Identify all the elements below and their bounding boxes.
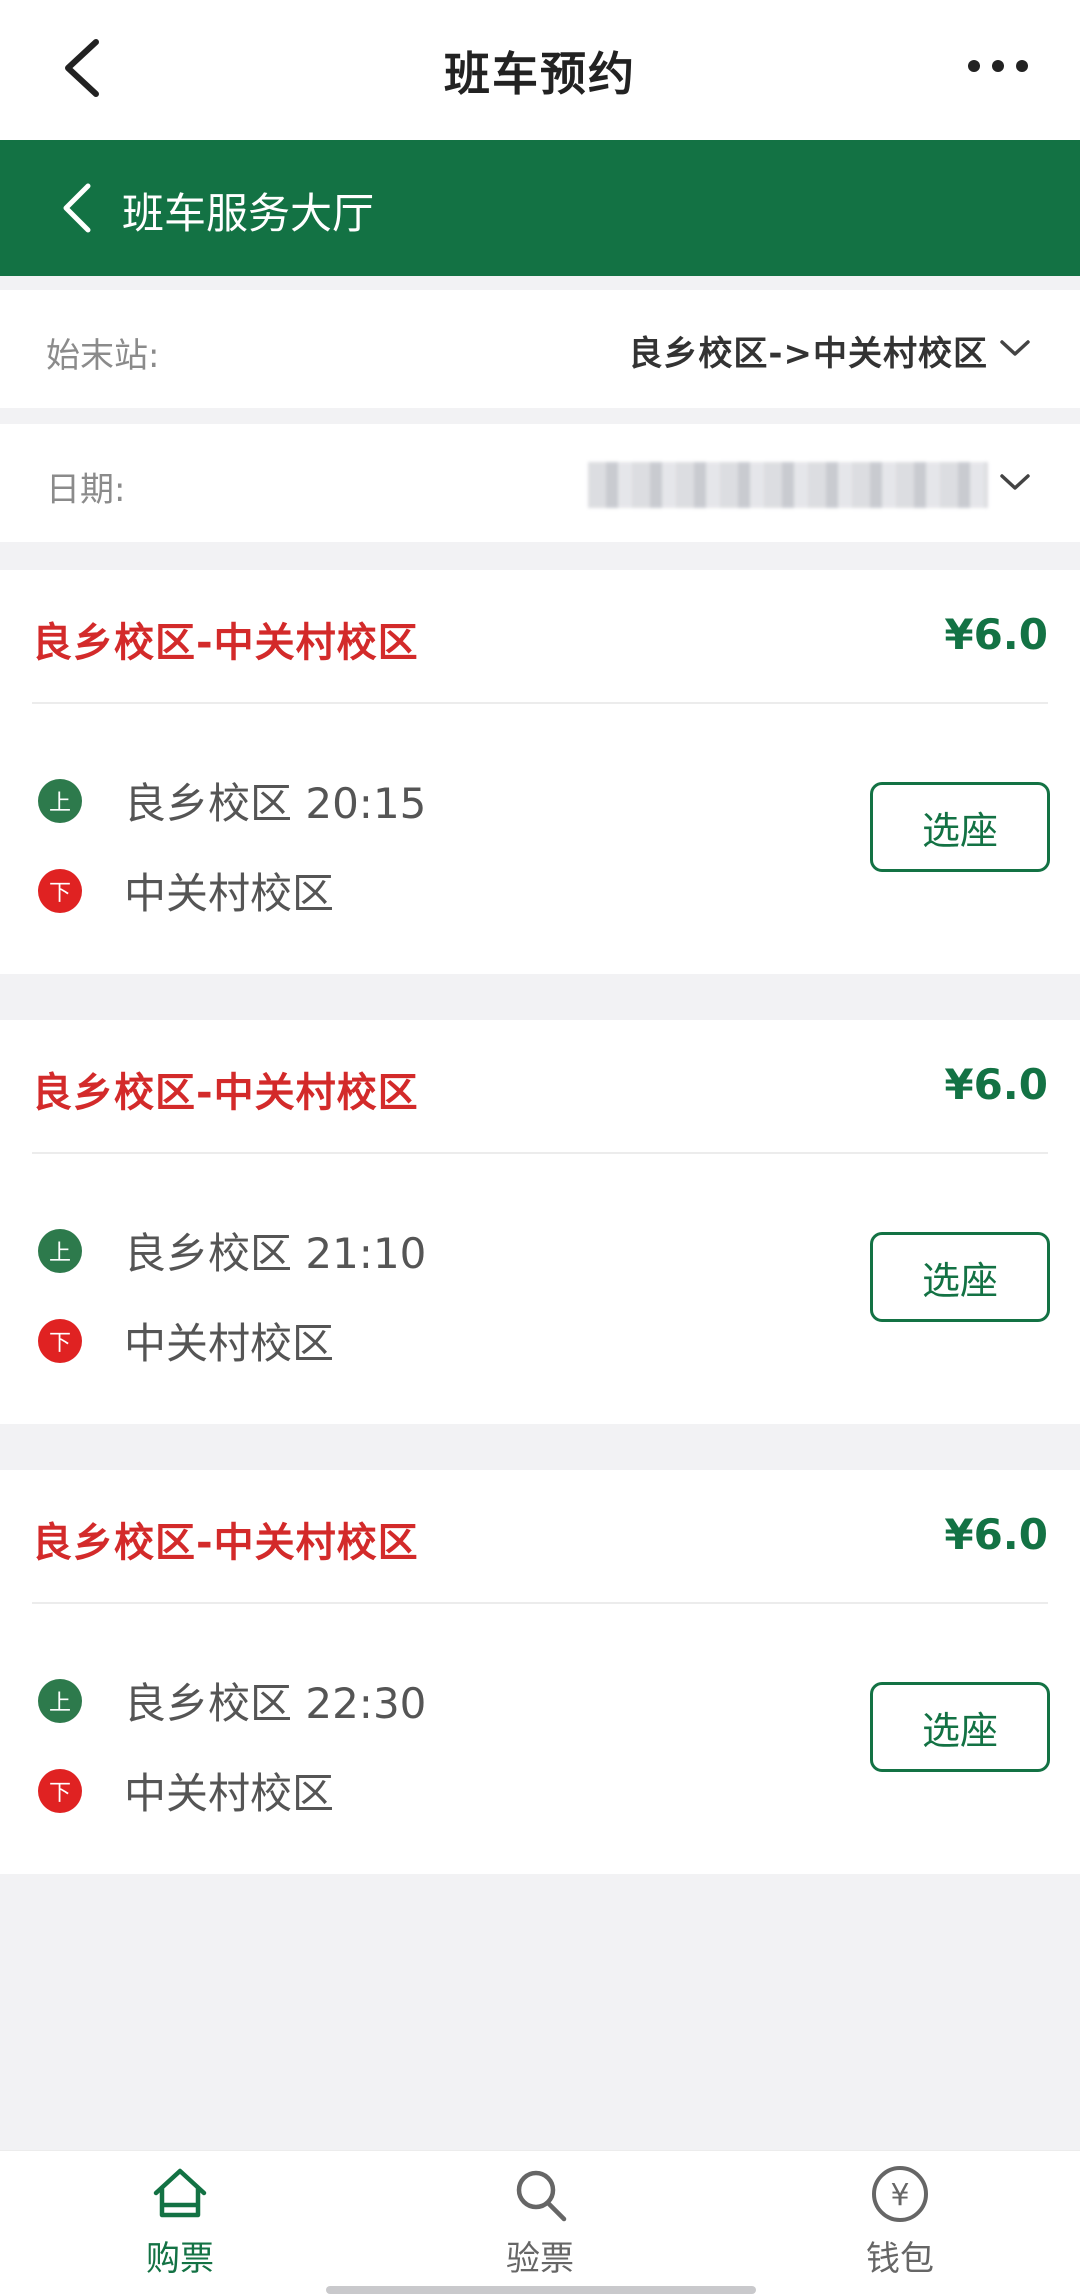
tab-check-ticket[interactable]: 验票 bbox=[450, 2165, 630, 2280]
alighting-badge: 下 bbox=[38, 868, 82, 913]
alighting-stop-text: 中关村校区 bbox=[124, 1769, 335, 1818]
date-filter-value-redacted[interactable] bbox=[588, 462, 988, 508]
boarding-stop: 上 良乡校区 21:10 bbox=[38, 1220, 426, 1281]
page-title: 班车预约 bbox=[444, 47, 636, 101]
station-filter-label: 始末站: bbox=[46, 336, 160, 376]
tab-wallet[interactable]: ¥ 钱包 bbox=[810, 2165, 990, 2280]
alighting-stop-text: 中关村校区 bbox=[124, 1319, 335, 1368]
boarding-badge: 上 bbox=[38, 1678, 82, 1723]
trip-route: 良乡校区-中关村校区 bbox=[32, 1520, 419, 1566]
boarding-badge: 上 bbox=[38, 1228, 82, 1273]
search-icon bbox=[516, 2170, 567, 2222]
select-seat-button[interactable]: 选座 bbox=[870, 1682, 1050, 1772]
alighting-stop-text: 中关村校区 bbox=[124, 869, 335, 918]
boarding-stop: 上 良乡校区 22:30 bbox=[38, 1670, 426, 1731]
boarding-stop: 上 良乡校区 20:15 bbox=[38, 770, 426, 831]
boarding-stop-text: 良乡校区 20:15 bbox=[124, 779, 427, 828]
app-screen: 班车预约 班车服务大厅 始末站: 良乡校区->中关村校区 日期: 良乡校区-中关… bbox=[0, 0, 1080, 2295]
select-seat-button[interactable]: 选座 bbox=[870, 1232, 1050, 1322]
boarding-stop-text: 良乡校区 22:30 bbox=[124, 1679, 427, 1728]
trip-card: 良乡校区-中关村校区 ¥6.0 上 良乡校区 20:15 下 中关村校区 选座 bbox=[0, 570, 1080, 974]
svg-text:¥: ¥ bbox=[890, 2178, 909, 2213]
station-filter-value[interactable]: 良乡校区->中关村校区 bbox=[628, 326, 988, 375]
alighting-stop: 下 中关村校区 bbox=[38, 1760, 334, 1821]
tab-buy-ticket[interactable]: 购票 bbox=[90, 2165, 270, 2280]
tab-check-ticket-label: 验票 bbox=[506, 2239, 574, 2279]
tab-buy-ticket-label: 购票 bbox=[146, 2239, 214, 2279]
trip-route: 良乡校区-中关村校区 bbox=[32, 620, 419, 666]
chevron-down-icon[interactable] bbox=[998, 334, 1032, 362]
card-divider bbox=[32, 1602, 1048, 1604]
trip-price: ¥6.0 bbox=[944, 1060, 1048, 1109]
card-divider bbox=[32, 1152, 1048, 1154]
date-filter-label: 日期: bbox=[46, 470, 126, 510]
station-filter[interactable]: 始末站: 良乡校区->中关村校区 bbox=[0, 290, 1080, 408]
card-divider bbox=[32, 702, 1048, 704]
chevron-down-icon[interactable] bbox=[998, 468, 1032, 496]
home-icon bbox=[153, 2168, 207, 2218]
alighting-badge: 下 bbox=[38, 1318, 82, 1363]
alighting-stop: 下 中关村校区 bbox=[38, 860, 334, 921]
home-indicator bbox=[326, 2286, 756, 2294]
trip-card: 良乡校区-中关村校区 ¥6.0 上 良乡校区 21:10 下 中关村校区 选座 bbox=[0, 1020, 1080, 1424]
service-hall-header[interactable]: 班车服务大厅 bbox=[0, 140, 1080, 276]
bottom-tab-bar: 购票 验票 ¥ 钱包 bbox=[0, 2150, 1080, 2295]
trip-price: ¥6.0 bbox=[944, 1510, 1048, 1559]
select-seat-button[interactable]: 选座 bbox=[870, 782, 1050, 872]
service-hall-label: 班车服务大厅 bbox=[122, 189, 375, 238]
tab-wallet-label: 钱包 bbox=[866, 2239, 934, 2279]
date-filter[interactable]: 日期: bbox=[0, 424, 1080, 542]
trip-price: ¥6.0 bbox=[944, 610, 1048, 659]
alighting-badge: 下 bbox=[38, 1768, 82, 1813]
chevron-left-icon[interactable] bbox=[60, 182, 96, 234]
boarding-badge: 上 bbox=[38, 778, 82, 823]
trip-card: 良乡校区-中关村校区 ¥6.0 上 良乡校区 22:30 下 中关村校区 选座 bbox=[0, 1470, 1080, 1874]
top-nav-bar: 班车预约 bbox=[0, 0, 1080, 140]
trip-route: 良乡校区-中关村校区 bbox=[32, 1070, 419, 1116]
yuan-coin-icon: ¥ bbox=[872, 2166, 928, 2222]
boarding-stop-text: 良乡校区 21:10 bbox=[124, 1229, 427, 1278]
alighting-stop: 下 中关村校区 bbox=[38, 1310, 334, 1371]
more-options-icon[interactable] bbox=[966, 56, 1030, 76]
